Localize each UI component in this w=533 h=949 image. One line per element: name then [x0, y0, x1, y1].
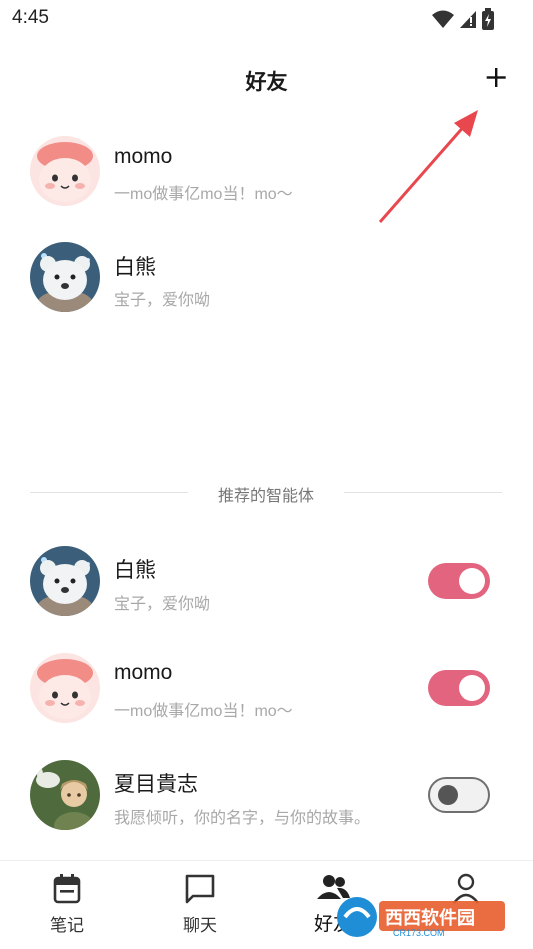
tab-label: 笔记 [50, 916, 84, 935]
agent-row-natsume[interactable]: 夏目貴志 我愿倾听，你的名字，与你的故事。 [0, 758, 533, 838]
tab-label: 聊天 [183, 916, 217, 935]
divider-line-right [344, 492, 502, 493]
avatar-white-bear [30, 242, 100, 312]
battery-charging-icon [482, 8, 494, 30]
agent-toggle[interactable] [428, 563, 490, 599]
recommended-section-label: 推荐的智能体 [217, 488, 314, 505]
avatar-momo [30, 136, 100, 206]
toggle-knob [459, 568, 485, 594]
add-friend-button[interactable] [481, 62, 511, 92]
agent-subtitle: 一mo做事亿mo当！mo～ [114, 703, 293, 720]
status-time: 4:45 [12, 7, 49, 28]
recommended-section-divider: 推荐的智能体 [30, 480, 502, 505]
friend-name: 白熊 [114, 256, 156, 279]
status-icons [431, 8, 495, 30]
agent-toggle[interactable] [428, 670, 490, 706]
toggle-knob [459, 675, 485, 701]
agent-toggle[interactable] [428, 777, 490, 813]
signal-icon [460, 11, 476, 28]
tab-chat[interactable]: 聊天 [160, 873, 240, 936]
agent-row-momo[interactable]: momo 一mo做事亿mo当！mo～ [0, 651, 533, 731]
avatar-white-bear [30, 546, 100, 616]
friend-name: momo [114, 145, 173, 168]
friend-subtitle: 宝子，爱你呦 [114, 292, 211, 309]
plus-icon [486, 68, 506, 87]
agent-subtitle: 宝子，爱你呦 [114, 596, 211, 613]
agent-name: momo [114, 661, 173, 684]
agent-name: 白熊 [114, 559, 156, 582]
toggle-knob [438, 785, 458, 805]
wifi-icon [432, 10, 454, 28]
header: 好友 [0, 56, 533, 100]
status-bar: 4:45 [0, 0, 533, 38]
watermark-subtext: CR173.COM [393, 928, 445, 938]
agent-name: 夏目貴志 [114, 773, 198, 796]
friend-row-momo[interactable]: momo 一mo做事亿mo当！mo～ [0, 134, 533, 214]
friend-subtitle: 一mo做事亿mo当！mo～ [114, 186, 293, 203]
page-title: 好友 [245, 71, 288, 94]
tab-notes[interactable]: 笔记 [27, 873, 107, 936]
watermark-logo: 西西软件园 CR173.COM [333, 893, 513, 941]
calendar-icon [53, 874, 81, 904]
avatar-momo [30, 653, 100, 723]
watermark-text: 西西软件园 [385, 908, 475, 928]
agent-subtitle: 我愿倾听，你的名字，与你的故事。 [114, 810, 371, 827]
chat-bubble-icon [185, 874, 215, 904]
friend-row-bear[interactable]: 白熊 宝子，爱你呦 [0, 240, 533, 320]
avatar-natsume [30, 760, 100, 830]
agent-row-bear[interactable]: 白熊 宝子，爱你呦 [0, 544, 533, 624]
